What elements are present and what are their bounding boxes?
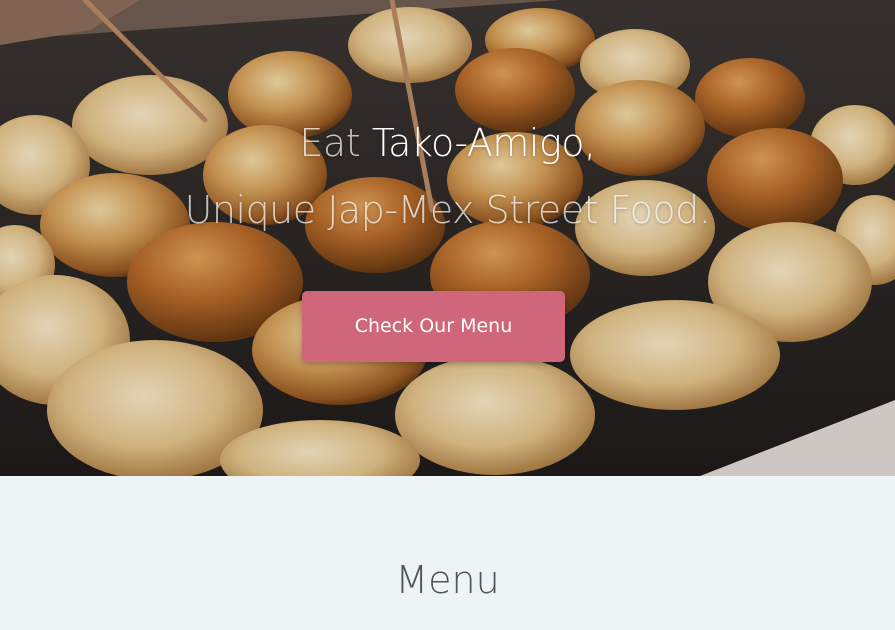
hero-tagline: Unique Jap-Mex Street Food. — [184, 188, 711, 232]
check-menu-button[interactable]: Check Our Menu — [302, 291, 565, 362]
headline-prefix: Eat — [299, 121, 372, 165]
menu-section: Menu — [0, 476, 895, 630]
hero-section: Eat Tako-Amigo, Unique Jap-Mex Street Fo… — [0, 0, 895, 476]
menu-section-title: Menu — [395, 558, 500, 602]
hero-headline: Eat Tako-Amigo, — [0, 121, 895, 165]
brand-name: Tako-Amigo, — [371, 121, 596, 165]
hero-background-photo — [0, 0, 895, 476]
